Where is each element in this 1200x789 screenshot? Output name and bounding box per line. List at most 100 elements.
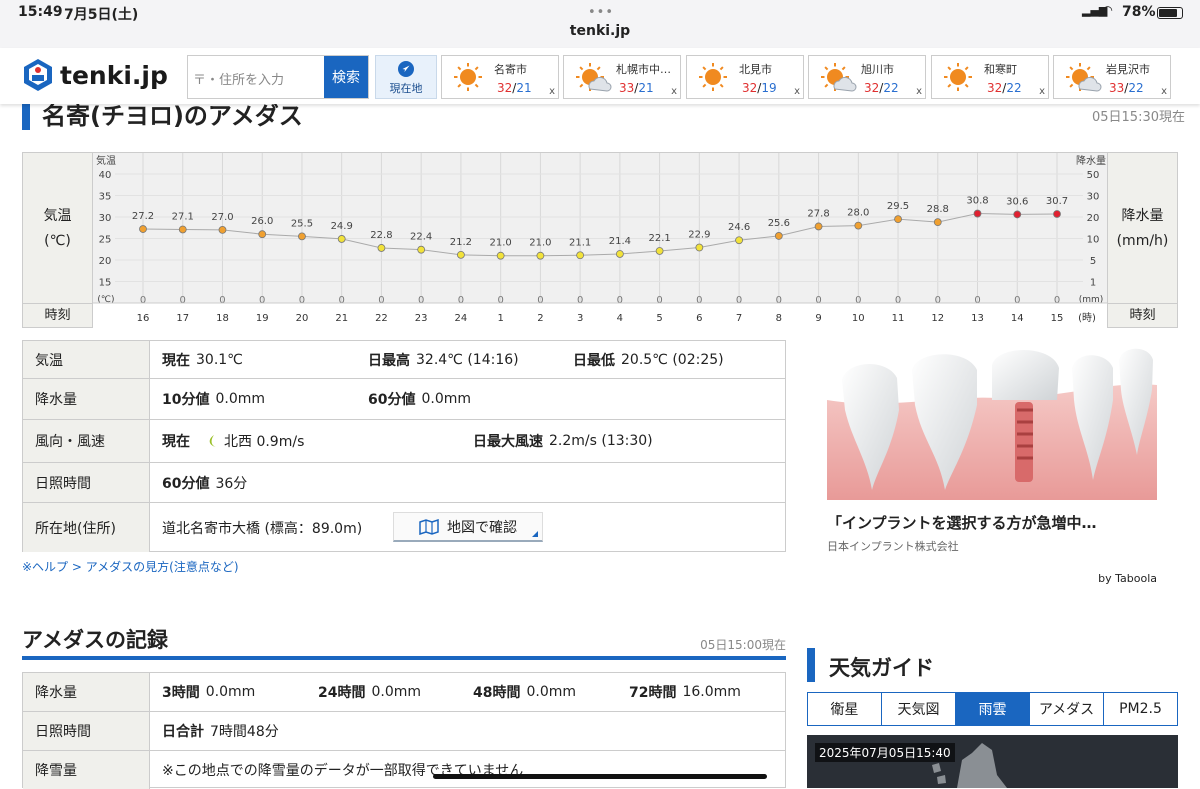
- city-high: 32: [742, 81, 758, 95]
- row-header: 風向・風速: [23, 420, 150, 462]
- temperature-point: [417, 245, 426, 254]
- location-address: 道北名寄市大橋 (標高：89.0m): [162, 520, 363, 537]
- left-tick-label: 30: [99, 213, 112, 224]
- temperature-point: [814, 222, 823, 231]
- records-title: アメダスの記録: [22, 628, 168, 652]
- temperature-point: [615, 250, 624, 258]
- records-table: 降水量 3時間 0.0mm 24時間 0.0mm 48時間 0.0mm 72時間 16.…: [22, 672, 786, 789]
- left-tick-label: 35: [99, 192, 112, 203]
- corner-arrow-icon: [532, 531, 538, 537]
- temperature-point: [735, 236, 743, 245]
- site-header: tenki.jp 〒・住所を入力 検索 現在地 名寄市 32/21 x 札幌市中… 33…: [0, 48, 1200, 104]
- temperature-data-label: 27.1: [172, 211, 194, 222]
- help-link[interactable]: ※ヘルプ > アメダスの見方(注意点など): [22, 558, 239, 575]
- temperature-point: [377, 244, 386, 252]
- temperature-data-label: 22.4: [410, 232, 432, 243]
- city-low: 21: [516, 81, 532, 95]
- remove-city-button[interactable]: x: [794, 86, 800, 97]
- favorite-city-card[interactable]: 札幌市中… 33/21 x: [563, 55, 681, 99]
- temperature-data-label: 25.6: [768, 218, 790, 229]
- city-name: 北見市: [739, 63, 772, 76]
- temperature-data-label: 26.0: [251, 216, 273, 227]
- table-row: 降水量 3時間 0.0mm 24時間 0.0mm 48時間 0.0mm 72時間 16.…: [23, 672, 785, 711]
- advertisement[interactable]: 「インプラントを選択する方が急増中… 日本インプラント株式会社 by Taboo…: [827, 340, 1157, 590]
- as-of-time: 05日15:30現在: [1091, 110, 1185, 125]
- right-legend: 降水量 (mm/h): [1107, 153, 1177, 303]
- wifi-icon: ◠: [1103, 3, 1113, 17]
- hour-tick-label: 7: [736, 313, 742, 324]
- guide-tab[interactable]: 衛星: [808, 693, 882, 725]
- remove-city-button[interactable]: x: [549, 86, 555, 97]
- current-data-table: 気温 現在 30.1℃ 日最高 32.4℃ (14:16) 日最低 20.5℃ (02…: [22, 340, 786, 552]
- remove-city-button[interactable]: x: [1161, 86, 1167, 97]
- temperature-data-label: 22.9: [688, 230, 710, 241]
- wind-max: 2.2m/s (13:30): [549, 433, 653, 449]
- guide-tab[interactable]: アメダス: [1030, 693, 1104, 725]
- favorite-city-card[interactable]: 北見市 32/19 x: [686, 55, 804, 99]
- amedas-chart: 気温 (℃) 降水量 (mm/h) 時刻 時刻 40 50 35 30 30 20 25 10…: [22, 152, 1178, 328]
- city-name: 札幌市中…: [616, 63, 671, 76]
- more-dots-icon[interactable]: •••: [588, 5, 614, 20]
- map-button[interactable]: 地図で確認: [393, 512, 543, 542]
- guide-tab[interactable]: 雨雲: [956, 693, 1030, 725]
- label: 10分値: [162, 392, 210, 408]
- temperature-point: [218, 226, 227, 234]
- label: 48時間: [473, 685, 521, 701]
- precip-72h: 16.0mm: [682, 684, 741, 700]
- wind-now: 北西 0.9m/s: [224, 434, 305, 450]
- temperature-point: [496, 251, 505, 260]
- temperature-point: [139, 225, 147, 233]
- hour-tick-label: 22: [375, 313, 388, 324]
- remove-city-button[interactable]: x: [671, 86, 677, 97]
- temperature-point: [1013, 210, 1022, 219]
- city-low: 21: [638, 81, 654, 95]
- status-bar: 15:49 7月5日(土) ••• tenki.jp ▂▄▆ ◠ 78%: [0, 0, 1200, 48]
- guide-tabs: 衛星 天気図 雨雲 アメダス PM2.5: [807, 692, 1178, 726]
- favorite-city-card[interactable]: 名寄市 32/21 x: [441, 55, 559, 99]
- current-location-label: 現在地: [389, 82, 423, 95]
- rain-radar-map[interactable]: 2025年07月05日15:40: [807, 735, 1178, 788]
- temperature-point: [933, 218, 942, 227]
- remove-city-button[interactable]: x: [916, 86, 922, 97]
- favorite-city-card[interactable]: 和寒町 32/22 x: [931, 55, 1049, 99]
- ad-network[interactable]: by Taboola: [1098, 572, 1157, 585]
- remove-city-button[interactable]: x: [1039, 86, 1045, 97]
- site-logo[interactable]: tenki.jp: [22, 58, 168, 92]
- right-tick-label: 20: [1087, 213, 1100, 224]
- city-temps: 32/19: [742, 81, 777, 95]
- chart-plot: 40 5035 3030 2025 1020 515 1気温 降水量(℃) (mm)27.202…: [93, 153, 1107, 328]
- hour-tick-label: 10: [852, 313, 865, 324]
- temperature-data-label: 29.5: [887, 201, 909, 212]
- address-bar[interactable]: tenki.jp: [0, 23, 1200, 39]
- hour-tick-label: 9: [815, 313, 821, 324]
- temperature-point: [298, 232, 306, 241]
- favorite-city-card[interactable]: 旭川市 32/22 x: [808, 55, 926, 99]
- guide-tab[interactable]: 天気図: [882, 693, 956, 725]
- sun-icon: [454, 63, 482, 91]
- temperature-data-label: 21.0: [529, 238, 551, 249]
- home-indicator[interactable]: [433, 774, 767, 779]
- row-header: 気温: [23, 341, 150, 378]
- hour-tick-label: 8: [776, 313, 782, 324]
- city-high: 33: [619, 81, 635, 95]
- location-arrow-icon: [398, 61, 414, 77]
- hour-tick-label: 24: [455, 313, 468, 324]
- hour-tick-label: 21: [335, 313, 348, 324]
- search-button[interactable]: 検索: [324, 56, 368, 98]
- logo-mark-icon: [22, 58, 54, 92]
- search-input[interactable]: 〒・住所を入力: [193, 69, 284, 88]
- precip-3h: 0.0mm: [205, 684, 256, 700]
- ad-headline[interactable]: 「インプラントを選択する方が急増中…: [827, 512, 1097, 533]
- guide-tab[interactable]: PM2.5: [1104, 693, 1177, 725]
- temperature-data-label: 22.1: [648, 233, 670, 244]
- current-location-button[interactable]: 現在地: [375, 55, 437, 99]
- right-unit: (mm/h): [1116, 233, 1169, 249]
- favorite-city-card[interactable]: 岩見沢市 33/22 x: [1053, 55, 1171, 99]
- city-low: 19: [761, 81, 777, 95]
- logo-text: tenki.jp: [60, 60, 168, 90]
- left-tick-label: 15: [99, 278, 112, 289]
- city-name: 岩見沢市: [1106, 63, 1150, 76]
- right-tick-label: 10: [1087, 235, 1100, 246]
- city-high: 32: [497, 81, 513, 95]
- left-label: 気温: [43, 208, 72, 224]
